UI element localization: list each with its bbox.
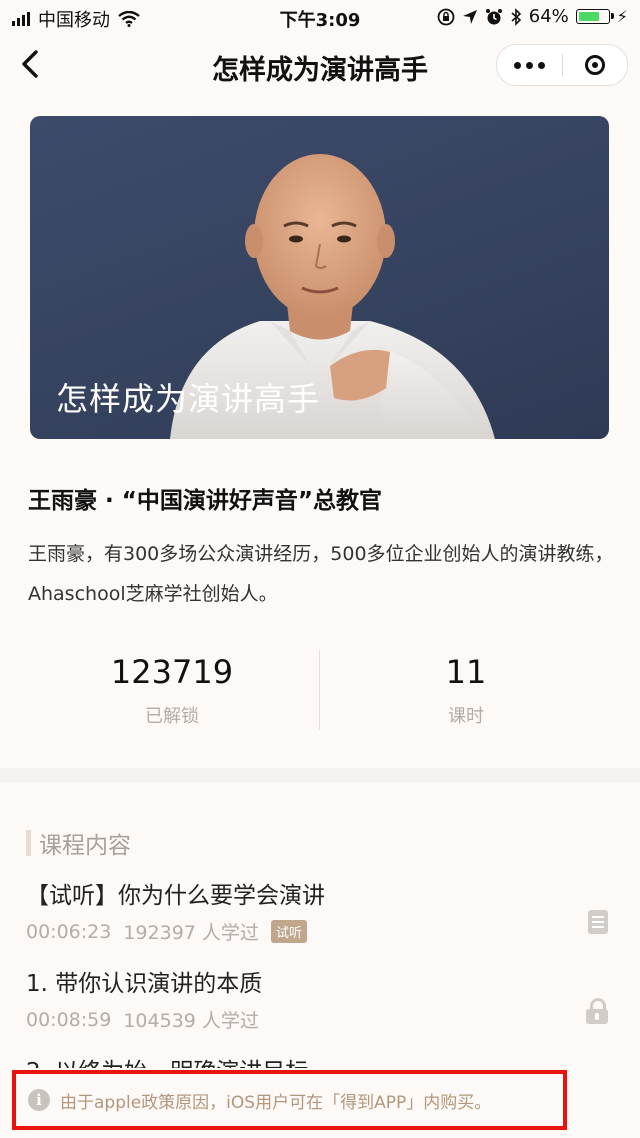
lesson-item[interactable]: 【试听】你为什么要学会演讲 00:06:23 192397 人学过 试听 — [26, 880, 616, 945]
close-mini-program-button[interactable] — [563, 45, 627, 85]
trial-badge: 试听 — [270, 920, 307, 943]
highlight-box: i 由于apple政策原因，iOS用户可在「得到APP」内购买。 — [12, 1070, 567, 1130]
location-icon — [462, 9, 477, 24]
target-icon — [585, 55, 605, 75]
instructor-title: 王雨豪 · “中国演讲好声音”总教官 — [28, 488, 382, 514]
lesson-meta: 00:06:23 192397 人学过 试听 — [26, 918, 616, 945]
charging-icon: ⚡ — [616, 7, 628, 26]
lesson-duration: 00:08:59 — [26, 1008, 112, 1031]
instructor-description: 王雨豪，有300多场公众演讲经历，500多位企业创始人的演讲教练，Ahascho… — [28, 543, 614, 605]
section-title: 课程内容 — [39, 833, 131, 859]
cover-title: 怎样成为演讲高手 — [56, 380, 321, 418]
lesson-title: 【试听】你为什么要学会演讲 — [26, 883, 325, 909]
lessons-stat: 11 课时 — [306, 650, 626, 728]
lesson-count-label: 课时 — [448, 706, 484, 727]
more-button[interactable] — [497, 45, 562, 85]
battery-percent: 64% — [528, 6, 569, 27]
unlocked-label: 已解锁 — [145, 706, 199, 727]
rotation-lock-icon — [437, 8, 455, 25]
lesson-title: 1. 带你认识演讲的本质 — [26, 971, 263, 997]
unlocked-stat: 123719 已解锁 — [12, 650, 332, 728]
lesson-learners: 104539 — [123, 1010, 196, 1032]
lesson-meta: 00:08:59 104539 人学过 — [26, 1006, 616, 1033]
alarm-icon — [485, 8, 502, 24]
course-content-header: 课程内容 — [26, 826, 131, 860]
lesson-count: 11 — [445, 653, 487, 691]
lesson-learners-suffix: 人学过 — [201, 922, 259, 944]
purchase-notice-text: 由于apple政策原因，iOS用户可在「得到APP」内购买。 — [60, 1092, 492, 1113]
document-icon — [588, 910, 608, 934]
course-cover: 怎样成为演讲高手 — [30, 116, 609, 439]
lesson-learners: 192397 — [123, 922, 196, 944]
navigation-bar: 怎样成为演讲高手 — [0, 34, 640, 94]
info-icon: i — [28, 1089, 50, 1111]
section-divider — [0, 768, 640, 782]
mini-program-capsule — [496, 44, 628, 86]
bluetooth-icon — [511, 7, 521, 26]
course-stats: 123719 已解锁 11 课时 — [0, 650, 640, 730]
lock-icon — [586, 998, 608, 1024]
status-bar: 中国移动 下午3:09 64% ⚡ — [0, 0, 640, 34]
lesson-duration: 00:06:23 — [26, 920, 112, 943]
unlocked-count: 123719 — [110, 653, 234, 691]
lesson-item[interactable]: 1. 带你认识演讲的本质 00:08:59 104539 人学过 — [26, 968, 616, 1033]
battery-icon — [575, 9, 614, 24]
lesson-learners-suffix: 人学过 — [201, 1010, 259, 1032]
purchase-notice-bar: i 由于apple政策原因，iOS用户可在「得到APP」内购买。 — [0, 1068, 640, 1138]
